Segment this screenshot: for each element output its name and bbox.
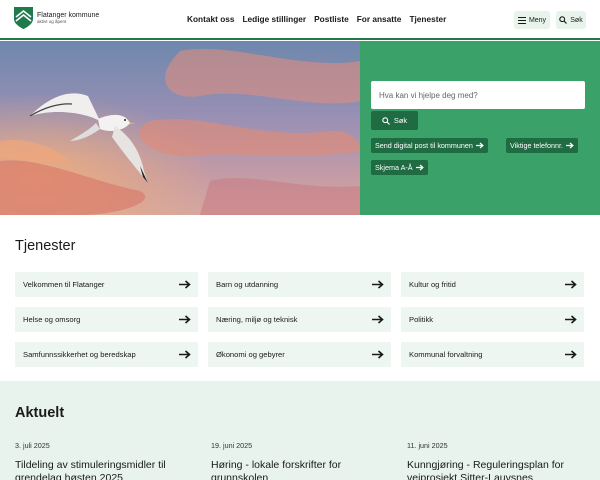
arrow-right-icon	[372, 315, 384, 324]
coat-of-arms-icon	[14, 7, 33, 29]
service-label: Helse og omsorg	[23, 315, 81, 324]
menu-button-label: Meny	[528, 16, 547, 24]
news-date: 19. juni 2025	[211, 441, 253, 450]
search-icon	[382, 116, 390, 125]
arrow-right-icon	[475, 142, 484, 149]
news-item[interactable]: 11. juni 2025 Kunngjøring - Reguleringsp…	[407, 441, 582, 480]
arrow-right-icon	[179, 350, 191, 359]
service-barn-utdanning[interactable]: Barn og utdanning	[208, 272, 391, 297]
news-headline[interactable]: Kunngjøring - Reguleringsplan for veipro…	[407, 459, 582, 480]
quick-link-skjema[interactable]: Skjema A-Å	[371, 160, 428, 175]
services-title: Tjenester	[15, 238, 76, 254]
service-label: Barn og utdanning	[216, 280, 279, 289]
news-headline[interactable]: Tildeling av stimuleringsmidler til gren…	[15, 459, 190, 480]
news-headline[interactable]: Høring - lokale forskrifter for grunnsko…	[211, 459, 386, 480]
service-helse-omsorg[interactable]: Helse og omsorg	[15, 307, 198, 332]
service-label: Økonomi og gebyrer	[216, 350, 285, 359]
service-label: Politikk	[409, 315, 434, 324]
service-naering-miljo[interactable]: Næring, miljø og teknisk	[208, 307, 391, 332]
service-okonomi-gebyrer[interactable]: Økonomi og gebyrer	[208, 342, 391, 367]
arrow-right-icon	[565, 315, 577, 324]
quick-link-telefonnr[interactable]: Viktige telefonnr.	[506, 138, 579, 153]
arrow-right-icon	[179, 280, 191, 289]
arrow-right-icon	[565, 280, 577, 289]
quick-link-label: Skjema A-Å	[375, 163, 413, 172]
news-item[interactable]: 19. juni 2025 Høring - lokale forskrifte…	[211, 441, 386, 480]
arrow-right-icon	[372, 280, 384, 289]
header-search-label: Søk	[570, 16, 583, 24]
logo-name: Flatanger kommune	[37, 11, 100, 19]
news-date: 3. juli 2025	[15, 441, 50, 450]
service-label: Kultur og fritid	[409, 280, 456, 289]
site-search-input[interactable]	[371, 81, 585, 109]
nav-ledige-stillinger[interactable]: Ledige stillinger	[242, 14, 306, 24]
service-label: Velkommen til Flatanger	[23, 280, 105, 289]
news-title: Aktuelt	[15, 405, 65, 421]
nav-for-ansatte[interactable]: For ansatte	[357, 14, 402, 24]
news-item[interactable]: 3. juli 2025 Tildeling av stimuleringsmi…	[15, 441, 190, 480]
arrow-right-icon	[566, 142, 574, 149]
main-nav: Kontakt oss Ledige stillinger Postliste …	[187, 14, 446, 24]
arrow-right-icon	[415, 164, 424, 171]
search-icon	[559, 16, 568, 24]
service-label: Næring, miljø og teknisk	[216, 315, 298, 324]
arrow-right-icon	[179, 315, 191, 324]
service-kultur-fritid[interactable]: Kultur og fritid	[401, 272, 584, 297]
nav-postliste[interactable]: Postliste	[314, 14, 349, 24]
site-logo[interactable]: Flatanger kommune aktivt og åpent	[14, 7, 99, 29]
hero-image	[0, 41, 360, 215]
service-label: Samfunnssikkerhet og beredskap	[23, 350, 136, 359]
service-samfunnssikkerhet[interactable]: Samfunnssikkerhet og beredskap	[15, 342, 198, 367]
site-header: Flatanger kommune aktivt og åpent Kontak…	[0, 0, 600, 40]
header-search-button[interactable]: Søk	[556, 11, 586, 29]
service-politikk[interactable]: Politikk	[401, 307, 584, 332]
nav-kontakt-oss[interactable]: Kontakt oss	[187, 14, 234, 24]
nav-tjenester[interactable]: Tjenester	[409, 14, 446, 24]
site-search-button[interactable]: Søk	[371, 111, 418, 130]
quick-link-digital-post[interactable]: Send digital post til kommunen	[371, 138, 488, 153]
quick-link-label: Send digital post til kommunen	[375, 141, 473, 150]
hamburger-icon	[517, 16, 526, 24]
arrow-right-icon	[372, 350, 384, 359]
menu-button[interactable]: Meny	[514, 11, 550, 29]
site-search-button-label: Søk	[393, 116, 408, 125]
seagull-sunset-photo	[0, 41, 360, 215]
service-kommunal-forvaltning[interactable]: Kommunal forvaltning	[401, 342, 584, 367]
service-velkommen[interactable]: Velkommen til Flatanger	[15, 272, 198, 297]
logo-tagline: aktivt og åpent	[37, 18, 67, 24]
search-panel: Søk Send digital post til kommunen Vikti…	[360, 41, 600, 215]
quick-link-label: Viktige telefonnr.	[510, 141, 564, 150]
news-date: 11. juni 2025	[407, 441, 448, 450]
service-label: Kommunal forvaltning	[409, 350, 483, 359]
arrow-right-icon	[565, 350, 577, 359]
news-section: Aktuelt 3. juli 2025 Tildeling av stimul…	[0, 381, 600, 480]
